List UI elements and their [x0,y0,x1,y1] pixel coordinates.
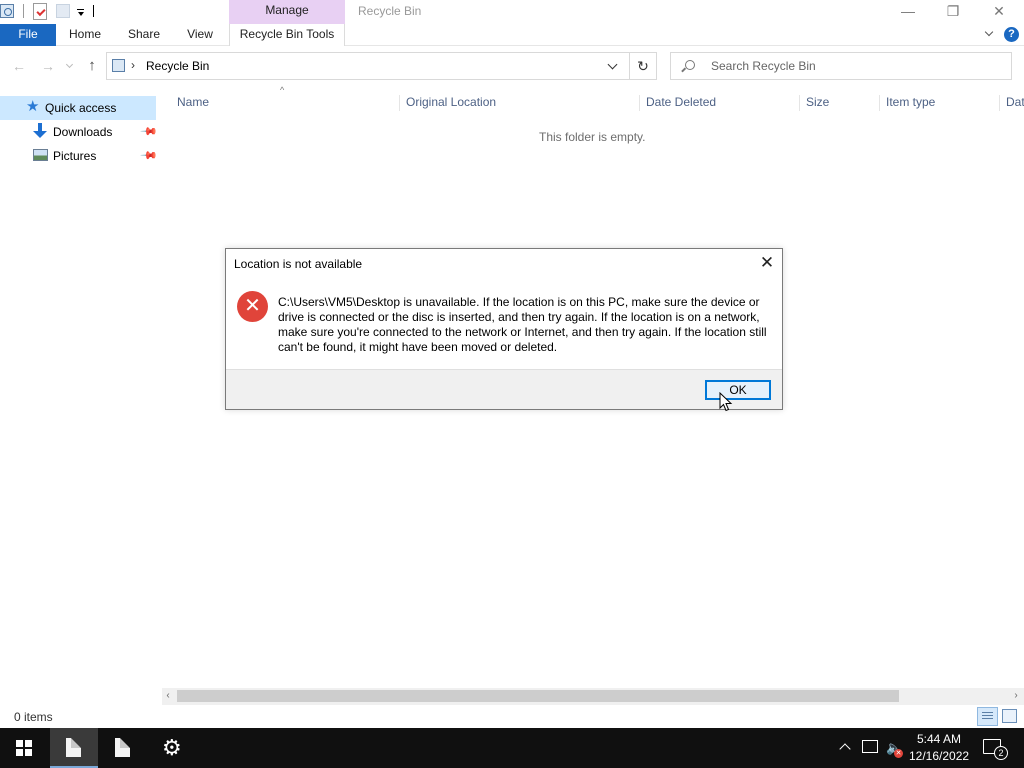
error-dialog: Location is not available ✕ ✕ C:\Users\V… [225,248,783,410]
scrollbar-thumb[interactable] [177,690,899,702]
gear-icon: ⚙ [162,735,182,760]
document-icon [115,738,130,757]
address-bar[interactable]: › Recycle Bin [106,52,630,80]
dialog-message: C:\Users\VM5\Desktop is unavailable. If … [278,295,767,354]
recent-locations-chevron-icon[interactable] [66,62,74,70]
sidebar-item-label: Downloads [53,125,113,139]
close-button[interactable]: ✕ [976,0,1022,24]
taskbar-file-explorer[interactable] [50,728,98,768]
sidebar-item-label: Pictures [53,149,97,163]
column-header-date[interactable]: Dat [999,95,1024,111]
explorer-icon[interactable] [0,4,14,18]
properties-icon[interactable] [33,3,47,20]
navigation-bar: ← → ↑ › Recycle Bin ↻ [0,46,1024,86]
column-header-date-deleted[interactable]: Date Deleted [639,95,716,111]
scroll-left-icon[interactable]: ‹ [162,690,174,701]
qat-separator [23,4,24,18]
horizontal-scrollbar[interactable]: ‹ › [162,688,1024,705]
ribbon: File Home Share View Recycle Bin Tools ? [0,24,1024,46]
network-icon[interactable] [862,740,878,753]
maximize-button[interactable]: ❐ [930,0,976,24]
start-button[interactable] [0,728,48,768]
forward-arrow-icon[interactable]: → [40,58,56,74]
large-icons-view-icon[interactable] [1002,709,1017,723]
download-icon [33,123,47,140]
qat-separator [93,5,94,17]
empty-folder-message: This folder is empty. [539,130,646,144]
tab-recycle-bin-tools[interactable]: Recycle Bin Tools [229,24,345,46]
window-title: Recycle Bin [358,4,422,18]
sidebar-item-pictures[interactable]: Pictures 📌 [0,144,158,168]
refresh-button[interactable]: ↻ [630,52,657,80]
help-icon[interactable]: ? [1004,27,1019,42]
taskbar-settings[interactable]: ⚙ [148,728,196,768]
customize-qat-icon[interactable] [76,6,86,16]
expand-ribbon-icon[interactable] [984,28,996,40]
column-header-name[interactable]: Name [171,95,209,111]
pictures-icon [33,149,48,161]
sort-ascending-icon: ^ [280,85,285,95]
details-view-icon[interactable] [977,707,998,726]
sidebar-item-label: Quick access [45,101,117,115]
up-arrow-icon[interactable]: ↑ [84,58,100,74]
dialog-title: Location is not available [234,257,363,271]
breadcrumb-chevron-icon[interactable]: › [131,58,135,72]
search-input[interactable] [711,58,1001,74]
mute-badge-icon: ✕ [894,749,903,758]
column-header-item-type[interactable]: Item type [879,95,935,111]
new-folder-icon[interactable] [56,4,70,18]
recycle-bin-icon [112,59,125,72]
search-icon [685,60,695,70]
navigation-pane: ★ Quick access Downloads 📌 Pictures 📌 [0,86,158,706]
search-box[interactable] [670,52,1012,80]
minimize-button[interactable]: — [885,0,931,24]
sidebar-item-quick-access[interactable]: ★ Quick access [0,96,156,120]
tab-file[interactable]: File [0,24,56,46]
ok-button[interactable]: OK [705,380,771,400]
tab-view[interactable]: View [178,24,222,46]
scroll-right-icon[interactable]: › [1010,690,1022,701]
star-icon: ★ [26,98,40,115]
address-dropdown-icon[interactable] [608,61,618,71]
status-bar: 0 items [0,705,1024,728]
tab-share[interactable]: Share [120,24,168,46]
clock-time[interactable]: 5:44 AM [909,732,969,746]
notification-count-badge: 2 [994,746,1008,760]
title-bar: Manage Recycle Bin — ❐ ✕ [0,0,1024,24]
document-icon [66,738,81,757]
sidebar-item-downloads[interactable]: Downloads 📌 [0,120,158,144]
dialog-footer: OK [226,369,782,409]
item-count: 0 items [14,710,53,724]
taskbar: ⚙ 🔈 ✕ 5:44 AM 12/16/2022 2 [0,728,1024,768]
back-arrow-icon[interactable]: ← [11,58,27,74]
dialog-close-button[interactable]: ✕ [756,253,778,275]
mouse-cursor-icon [719,392,733,412]
show-hidden-icons-chevron-icon[interactable] [838,740,852,754]
error-icon: ✕ [237,291,268,322]
tab-home[interactable]: Home [60,24,110,46]
breadcrumb[interactable]: Recycle Bin [146,59,209,73]
windows-logo-icon [16,740,32,756]
column-header-original-location[interactable]: Original Location [399,95,496,111]
manage-context-tab: Manage [229,0,345,24]
taskbar-document-app[interactable] [99,728,147,768]
column-header-size[interactable]: Size [799,95,829,111]
clock-date[interactable]: 12/16/2022 [909,749,969,763]
